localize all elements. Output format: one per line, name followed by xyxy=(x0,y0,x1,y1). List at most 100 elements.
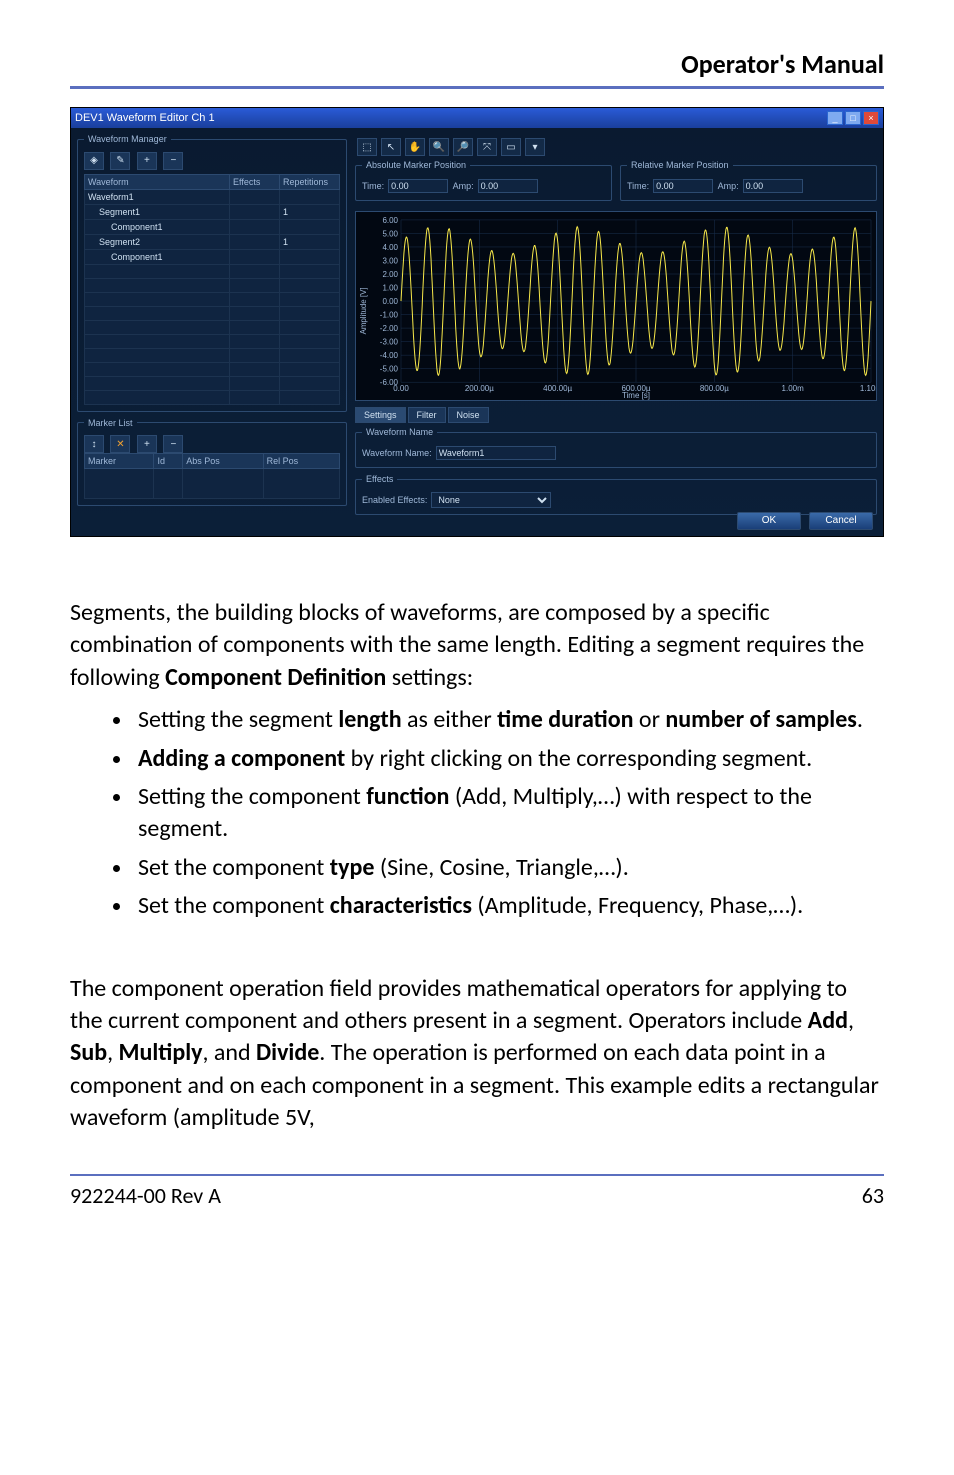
waveform-plot[interactable]: 6.00 5.00 4.00 3.00 2.00 1.00 0.00 -1.00 -2.00 -3… xyxy=(355,211,877,401)
tool-hand-icon[interactable]: ✋ xyxy=(405,138,425,156)
list-item: Set the component type (Sine, Cosine, Tr… xyxy=(134,852,884,884)
list-item: Setting the component function (Add, Mul… xyxy=(134,781,884,846)
rel-time-input[interactable] xyxy=(653,179,713,193)
tree-col-reps: Repetitions xyxy=(280,174,340,189)
effects-select[interactable]: None xyxy=(431,492,551,508)
wm-toolbar: ◈ ✎ + − xyxy=(84,150,340,170)
svg-text:-3.00: -3.00 xyxy=(380,338,399,347)
ml-col-rel: Rel Pos xyxy=(263,454,339,469)
svg-text:1.00: 1.00 xyxy=(382,284,398,293)
abs-marker-legend: Absolute Marker Position xyxy=(362,160,470,170)
body-text: Segments, the building blocks of wavefor… xyxy=(70,597,884,1134)
rel-time-label: Time: xyxy=(627,181,649,191)
svg-text:0.00: 0.00 xyxy=(382,297,398,306)
marker-list-panel: Marker List ↕ ✕ + − Marker Id Abs Pos Re… xyxy=(77,418,347,507)
waveform-name-legend: Waveform Name xyxy=(362,427,437,437)
tool-fit-icon[interactable]: ⤧ xyxy=(477,138,497,156)
plot-xlabel: Time [s] xyxy=(622,391,650,400)
ml-tool-remove[interactable]: − xyxy=(163,435,183,453)
svg-text:2.00: 2.00 xyxy=(382,270,398,279)
ml-tool-cursor[interactable]: ↕ xyxy=(84,435,104,453)
page-footer: 922244-00 Rev A 63 xyxy=(70,1182,884,1209)
rel-marker-panel: Relative Marker Position Time: Amp: xyxy=(620,160,877,201)
ml-toolbar: ↕ ✕ + − xyxy=(84,434,340,454)
rel-amp-label: Amp: xyxy=(718,181,739,191)
ml-tool-delete[interactable]: ✕ xyxy=(110,435,130,453)
svg-text:4.00: 4.00 xyxy=(382,243,398,252)
waveform-name-input[interactable] xyxy=(436,446,556,460)
tree-row[interactable]: Segment11 xyxy=(85,204,340,219)
window-title: DEV1 Waveform Editor Ch 1 xyxy=(75,112,215,124)
tree-col-effects: Effects xyxy=(230,174,280,189)
abs-time-input[interactable] xyxy=(388,179,448,193)
footer-page-number: 63 xyxy=(862,1182,884,1209)
window-buttons: _ □ × xyxy=(827,111,879,125)
svg-text:6.00: 6.00 xyxy=(382,216,398,225)
wm-tool-remove[interactable]: − xyxy=(163,152,183,170)
tree-row[interactable]: Component1 xyxy=(85,219,340,234)
effects-legend: Effects xyxy=(362,474,397,484)
waveform-name-panel: Waveform Name Waveform Name: xyxy=(355,427,877,468)
tree-row[interactable]: Component1 xyxy=(85,249,340,264)
waveform-tree[interactable]: Waveform Effects Repetitions Waveform1 S… xyxy=(84,174,340,405)
abs-time-label: Time: xyxy=(362,181,384,191)
paragraph-1: Segments, the building blocks of wavefor… xyxy=(70,597,884,694)
rel-amp-input[interactable] xyxy=(743,179,803,193)
ml-tool-add[interactable]: + xyxy=(137,435,157,453)
waveform-name-label: Waveform Name: xyxy=(362,448,432,458)
footer-rule xyxy=(70,1174,884,1176)
tool-menu-icon[interactable]: ▾ xyxy=(525,138,545,156)
tree-col-waveform: Waveform xyxy=(85,174,230,189)
svg-text:5.00: 5.00 xyxy=(382,229,398,238)
minimize-button[interactable]: _ xyxy=(827,111,843,125)
plot-toolbar: ⬚ ↖ ✋ 🔍 🔎 ⤧ ▭ ▾ xyxy=(355,134,877,160)
svg-text:200.00µ: 200.00µ xyxy=(465,384,494,393)
waveform-manager-panel: Waveform Manager ◈ ✎ + − Waveform Effect… xyxy=(77,134,347,412)
tree-row[interactable]: Segment21 xyxy=(85,234,340,249)
footer-left: 922244-00 Rev A xyxy=(70,1182,221,1209)
titlebar: DEV1 Waveform Editor Ch 1 _ □ × xyxy=(71,108,883,128)
svg-text:-1.00: -1.00 xyxy=(380,311,399,320)
tab-filter[interactable]: Filter xyxy=(408,407,446,423)
wm-tool-add[interactable]: + xyxy=(137,152,157,170)
tree-row[interactable]: Waveform1 xyxy=(85,189,340,204)
abs-amp-label: Amp: xyxy=(453,181,474,191)
dialog-buttons: OK Cancel xyxy=(737,512,873,530)
cancel-button[interactable]: Cancel xyxy=(809,512,873,530)
maximize-button[interactable]: □ xyxy=(845,111,861,125)
tool-cursor-icon[interactable]: ↖ xyxy=(381,138,401,156)
app-window: DEV1 Waveform Editor Ch 1 _ □ × Waveform… xyxy=(70,107,884,537)
svg-text:400.00µ: 400.00µ xyxy=(543,384,572,393)
svg-text:-4.00: -4.00 xyxy=(380,351,399,360)
tool-import-icon[interactable]: ⬚ xyxy=(357,138,377,156)
tab-noise[interactable]: Noise xyxy=(448,407,489,423)
tool-zoom-in-icon[interactable]: 🔍 xyxy=(429,138,449,156)
settings-tabs: Settings Filter Noise xyxy=(355,407,877,423)
page-header: Operator's Manual xyxy=(70,48,884,80)
marker-list-legend: Marker List xyxy=(84,418,137,428)
list-item: Adding a component by right clicking on … xyxy=(134,743,884,775)
svg-text:0.00: 0.00 xyxy=(393,384,409,393)
ml-col-id: Id xyxy=(154,454,183,469)
waveform-manager-legend: Waveform Manager xyxy=(84,134,171,144)
close-button[interactable]: × xyxy=(863,111,879,125)
ok-button[interactable]: OK xyxy=(737,512,801,530)
svg-text:1.00m: 1.00m xyxy=(782,384,805,393)
marker-list-table[interactable]: Marker Id Abs Pos Rel Pos xyxy=(84,453,340,499)
header-rule xyxy=(70,86,884,89)
plot-ylabel: Amplitude [V] xyxy=(359,287,368,334)
tool-snapshot-icon[interactable]: ▭ xyxy=(501,138,521,156)
svg-text:1.10m: 1.10m xyxy=(860,384,876,393)
svg-text:800.00µ: 800.00µ xyxy=(700,384,729,393)
svg-text:3.00: 3.00 xyxy=(382,256,398,265)
abs-amp-input[interactable] xyxy=(478,179,538,193)
paragraph-2: The component operation field provides m… xyxy=(70,973,884,1135)
wm-tool-edit[interactable]: ✎ xyxy=(110,152,130,170)
svg-text:-2.00: -2.00 xyxy=(380,324,399,333)
tab-settings[interactable]: Settings xyxy=(355,407,406,423)
rel-marker-legend: Relative Marker Position xyxy=(627,160,733,170)
svg-text:-5.00: -5.00 xyxy=(380,365,399,374)
tool-zoom-out-icon[interactable]: 🔎 xyxy=(453,138,473,156)
abs-marker-panel: Absolute Marker Position Time: Amp: xyxy=(355,160,612,201)
wm-tool-new[interactable]: ◈ xyxy=(84,152,104,170)
